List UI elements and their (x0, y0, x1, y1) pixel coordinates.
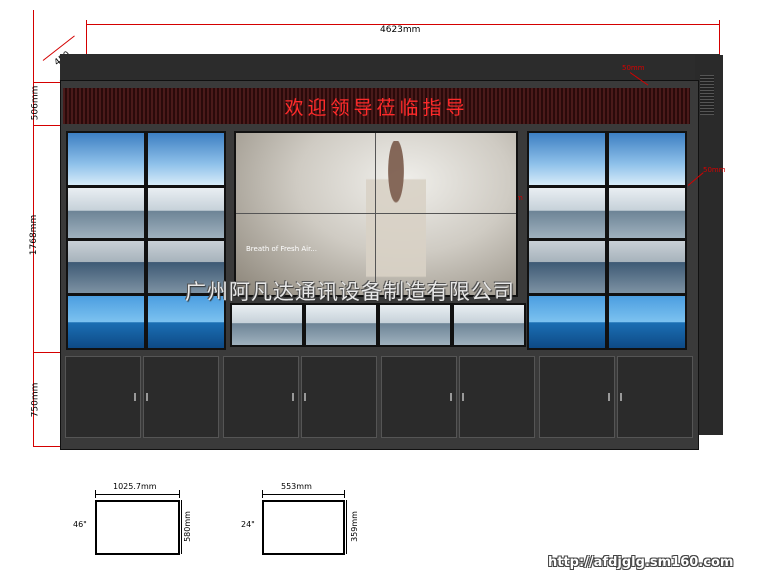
46-inch-screen-outline (95, 500, 180, 555)
screen-right-r4-c1 (527, 294, 607, 350)
24-inch-screen-outline (262, 500, 345, 555)
screen-bottom-3 (378, 303, 452, 347)
screen-right-r2-c1 (527, 186, 607, 240)
24-height-label: 359mm (349, 511, 359, 542)
46-width-label: 1025.7mm (113, 482, 157, 491)
24-width-line (262, 494, 345, 495)
website-url: http://afdjglg.sm160.com (548, 555, 734, 570)
big-screen-caption: Breath of Fresh Air... (246, 245, 318, 253)
screen-bottom-2 (304, 303, 378, 347)
46-height-line (181, 500, 182, 554)
46-size-label: 46" (73, 520, 87, 529)
side-vent (700, 75, 714, 115)
middle-height-label: 1768mm (29, 214, 40, 256)
width-dimension-right-tick (719, 20, 720, 54)
gap-side-label: 50mm (703, 166, 726, 174)
screen-right-r2-c2 (607, 186, 687, 240)
screen-right-r4-c2 (607, 294, 687, 350)
seam-vertical (375, 133, 376, 295)
cabinet-door-8 (617, 356, 693, 438)
tick-ticker-bottom (33, 125, 61, 126)
screen-left-r4-c1 (66, 294, 146, 350)
cabinet-door-1 (65, 356, 141, 438)
24-width-tick-l (262, 490, 263, 498)
width-dimension-label: 4623mm (380, 25, 421, 35)
bottom-height-label: 750mm (30, 382, 41, 418)
screen-left-r2-c2 (146, 186, 226, 240)
screen-left-r1-c1 (66, 131, 146, 187)
46-width-tick-r (179, 490, 180, 498)
led-ticker: 欢迎领导莅临指导 (63, 88, 690, 124)
screen-bottom-1 (230, 303, 304, 347)
46-width-tick-l (95, 490, 96, 498)
company-watermark: 广州阿凡达通讯设备制造有限公司 (185, 280, 515, 304)
ticker-text: 欢迎领导莅临指导 (284, 96, 469, 119)
24-size-label: 24" (241, 520, 255, 529)
tick-bottom (33, 446, 61, 447)
cabinet-top (60, 54, 720, 80)
gap-top-label: 50mm (622, 64, 645, 72)
tick-middle-bottom (33, 352, 61, 353)
screen-left-r1-c2 (146, 131, 226, 187)
cabinet-door-2 (143, 356, 219, 438)
24-width-label: 553mm (281, 482, 312, 491)
top-height-label: 506mm (30, 85, 41, 121)
cabinet-door-4 (301, 356, 377, 438)
tick-top (33, 82, 61, 83)
cabinet-door-6 (459, 356, 535, 438)
screen-right-r3-c1 (527, 239, 607, 295)
center-large-screen: Breath of Fresh Air... (234, 131, 518, 297)
screen-right-r1-c2 (607, 131, 687, 187)
screen-left-r2-c1 (66, 186, 146, 240)
screen-left-r3-c1 (66, 239, 146, 295)
cabinet-door-5 (381, 356, 457, 438)
24-width-tick-r (344, 490, 345, 498)
46-height-label: 580mm (182, 511, 192, 542)
width-dimension-left-tick (86, 20, 87, 54)
screen-bottom-4 (452, 303, 526, 347)
cabinet-door-7 (539, 356, 615, 438)
seam-horizontal (236, 213, 516, 214)
46-width-line (95, 494, 180, 495)
screen-right-r3-c2 (607, 239, 687, 295)
24-height-line (346, 500, 347, 554)
cabinet-door-3 (223, 356, 299, 438)
screen-right-r1-c1 (527, 131, 607, 187)
